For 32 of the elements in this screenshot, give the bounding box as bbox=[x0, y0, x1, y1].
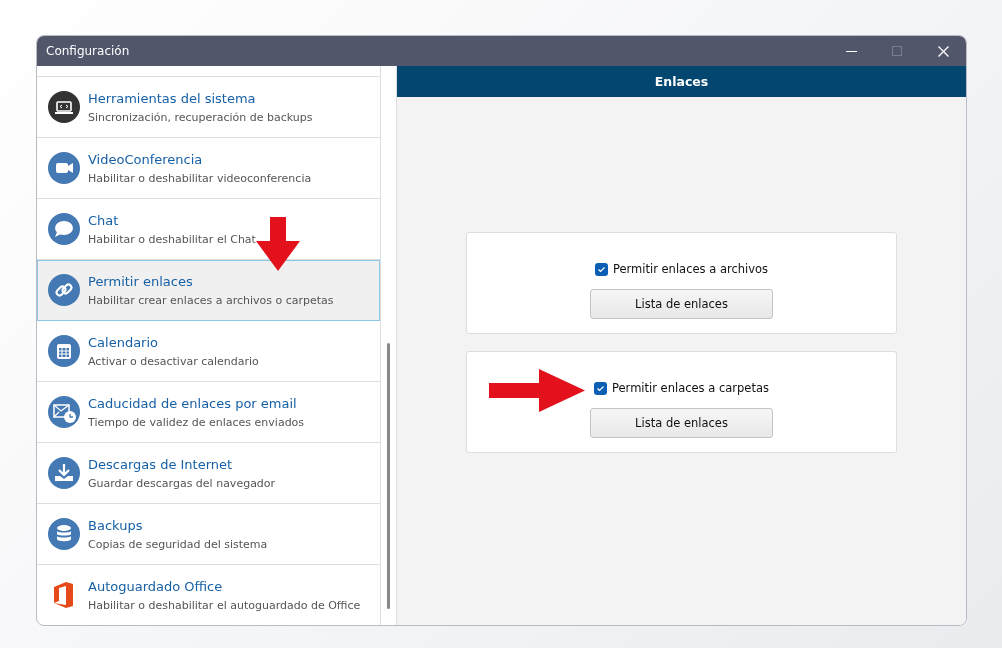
chat-icon bbox=[48, 213, 80, 245]
link-list-button[interactable]: Lista de enlaces bbox=[590, 289, 773, 319]
calendar-icon bbox=[48, 335, 80, 367]
scrollbar-thumb[interactable] bbox=[387, 343, 390, 609]
checkbox-label[interactable]: Permitir enlaces a archivos bbox=[612, 262, 769, 276]
annotation-arrow-icon bbox=[256, 217, 300, 271]
download-icon bbox=[48, 457, 80, 489]
checkbox[interactable] bbox=[594, 262, 608, 276]
video-icon bbox=[48, 152, 80, 184]
system-tools-icon bbox=[48, 91, 80, 123]
mail-clock-icon bbox=[48, 396, 80, 428]
checkmark-icon bbox=[596, 264, 606, 274]
sidebar-item[interactable]: Caducidad de enlaces por email Tiempo de validez de enlaces enviados bbox=[37, 382, 380, 443]
database-icon bbox=[48, 518, 80, 550]
sidebar-item[interactable]: Autoguardado Office Habilitar o deshabilitar el autoguardado de Office bbox=[37, 565, 380, 625]
sidebar-item[interactable]: Calendario Activar o desactivar calendario bbox=[37, 321, 380, 382]
checkbox[interactable] bbox=[594, 381, 607, 395]
close-icon[interactable] bbox=[937, 45, 949, 57]
panel-header: Enlaces bbox=[397, 66, 966, 97]
sidebar-item[interactable]: Permitir enlaces Habilitar crear enlaces a archivos o carpetas bbox=[37, 260, 380, 321]
link-list-button[interactable]: Lista de enlaces bbox=[590, 408, 773, 438]
checkmark-icon bbox=[596, 383, 605, 393]
sidebar-item[interactable]: Backups Copias de seguridad del sistema bbox=[37, 504, 380, 565]
annotation-arrow-icon bbox=[489, 369, 585, 412]
sidebar-item[interactable]: VideoConferencia Habilitar o deshabilitar videoconferencia bbox=[37, 138, 380, 199]
checkbox-label[interactable]: Permitir enlaces a carpetas bbox=[612, 381, 769, 395]
link-icon bbox=[48, 274, 80, 306]
sidebar-item[interactable]: Descargas de Internet Guardar descargas del navegador bbox=[37, 443, 380, 504]
sidebar-item[interactable]: Herramientas del sistema Sincronización, recuperación de backups bbox=[37, 77, 380, 138]
minimize-icon[interactable] bbox=[845, 50, 857, 52]
maximize-icon bbox=[892, 46, 902, 56]
window-title: Configuración bbox=[46, 44, 131, 58]
